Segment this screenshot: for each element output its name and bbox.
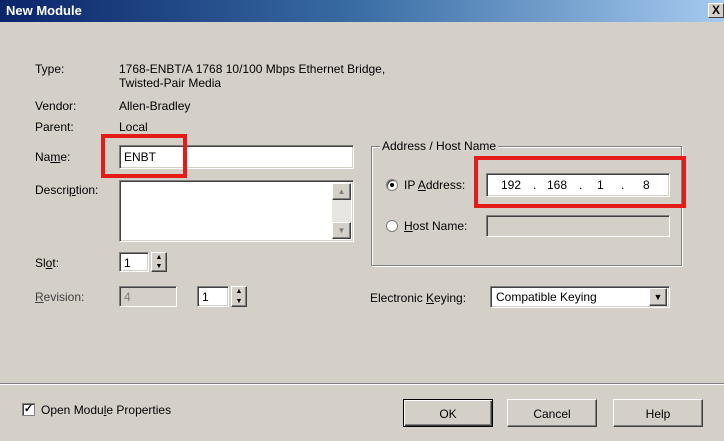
name-highlight-box xyxy=(101,134,187,178)
up-arrow-icon[interactable]: ▲ xyxy=(152,253,166,262)
revision-minor-input[interactable]: 1 xyxy=(197,286,229,307)
open-properties-checkbox[interactable]: ✓ xyxy=(22,403,35,416)
vendor-value: Allen-Bradley xyxy=(119,99,191,113)
parent-label: Parent: xyxy=(35,120,74,134)
up-arrow-icon[interactable]: ▲ xyxy=(232,287,246,297)
description-textarea[interactable]: ▲ ▼ xyxy=(119,180,354,242)
ip-address-radio[interactable] xyxy=(386,179,398,191)
revision-major-input: 4 xyxy=(119,286,177,307)
ok-button[interactable]: OK xyxy=(403,399,493,427)
ip-highlight-box xyxy=(474,156,686,208)
close-button[interactable]: X xyxy=(708,3,724,18)
scroll-up-icon[interactable]: ▲ xyxy=(332,183,351,200)
slot-spinner[interactable]: ▲ ▼ xyxy=(151,252,167,272)
scroll-down-icon[interactable]: ▼ xyxy=(332,222,351,239)
host-name-label: Host Name: xyxy=(404,219,468,233)
vendor-label: Vendor: xyxy=(35,99,77,113)
help-button[interactable]: Help xyxy=(613,399,703,427)
name-label: Name: xyxy=(35,150,71,164)
chevron-down-icon[interactable]: ▼ xyxy=(649,288,667,306)
description-label: Description: xyxy=(35,183,99,197)
description-scrollbar[interactable]: ▲ ▼ xyxy=(332,183,351,239)
slot-label: Slot: xyxy=(35,256,60,270)
down-arrow-icon[interactable]: ▼ xyxy=(152,262,166,271)
keying-label: Electronic Keying: xyxy=(370,291,467,305)
host-name-input xyxy=(486,215,670,237)
revision-label: Revision: xyxy=(35,290,85,304)
host-name-radio[interactable] xyxy=(386,220,398,232)
down-arrow-icon[interactable]: ▼ xyxy=(232,297,246,307)
keying-select[interactable]: Compatible Keying ▼ xyxy=(490,286,670,308)
cancel-button[interactable]: Cancel xyxy=(507,399,597,427)
type-label: Type: xyxy=(35,62,65,76)
close-icon: X xyxy=(711,3,720,17)
parent-value: Local xyxy=(119,120,148,134)
slot-input[interactable]: 1 xyxy=(119,252,149,272)
type-value-line2: Twisted-Pair Media xyxy=(119,76,222,90)
type-value-line1: 1768-ENBT/A 1768 10/100 Mbps Ethernet Br… xyxy=(119,62,386,76)
open-properties-label: Open Module Properties xyxy=(41,403,172,417)
ip-address-label: IP Address: xyxy=(404,178,466,192)
address-group-title: Address / Host Name xyxy=(380,139,499,153)
revision-spinner[interactable]: ▲ ▼ xyxy=(231,286,247,307)
title-bar xyxy=(0,0,724,22)
separator xyxy=(0,383,724,385)
window-title: New Module xyxy=(6,3,82,18)
